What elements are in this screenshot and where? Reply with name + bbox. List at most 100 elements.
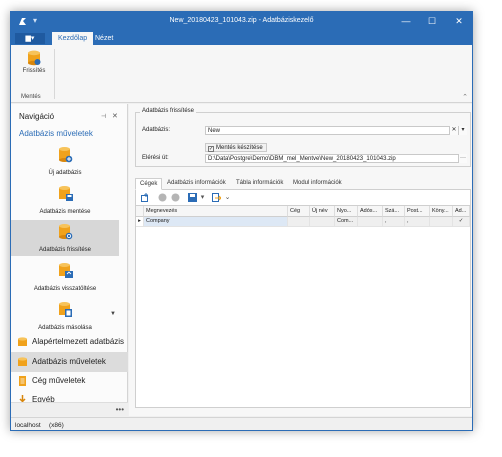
nav-group-database-operations[interactable]: Adatbázis műveletek: [11, 352, 128, 372]
document-icon: [18, 376, 27, 386]
nav-group-label: Adatbázis műveletek: [32, 357, 106, 366]
path-input-value: D:\Data\Postgre\Demo\DBM_mel_Mentve\New_…: [208, 156, 396, 162]
nav-item-copy-database[interactable]: Adatbázis másolása: [11, 298, 119, 334]
row-indicator[interactable]: ▸: [136, 217, 144, 227]
database-label: Adatbázis:: [142, 127, 171, 133]
browse-button[interactable]: ···: [458, 154, 467, 163]
tab-nezet[interactable]: Nézet: [89, 32, 119, 45]
column-header[interactable]: Megnevezés: [144, 206, 288, 217]
table-cell[interactable]: [430, 217, 453, 227]
tab-tabla-informaciok[interactable]: Tábla információk: [232, 178, 287, 190]
database-add-icon: [58, 146, 73, 163]
ribbon-group-label: Mentés: [21, 94, 41, 100]
database-refresh-icon: [27, 50, 41, 66]
export-icon[interactable]: [212, 193, 222, 202]
tab-modul-informaciok[interactable]: Modul információk: [289, 178, 346, 190]
tab-cegek[interactable]: Cégek: [135, 178, 163, 190]
refresh-fieldset: Adatbázis frissítése Adatbázis: New ✕ ▾ …: [135, 108, 471, 167]
column-header[interactable]: Ad...: [453, 206, 470, 217]
ribbon: Frissítés Mentés ⌃: [11, 45, 472, 103]
title-bar: ▾ New_20180423_101043.zip - Adatbáziskez…: [11, 12, 472, 32]
main-content: Adatbázis frissítése Adatbázis: New ✕ ▾ …: [129, 104, 472, 416]
column-header[interactable]: Új név: [310, 206, 335, 217]
column-header[interactable]: Cég: [288, 206, 310, 217]
nav-item-restore-database[interactable]: Adatbázis visszatöltése: [11, 259, 119, 295]
nav-item-label: Adatbázis másolása: [38, 325, 92, 331]
minimize-button[interactable]: —: [399, 15, 413, 28]
database-refresh-icon: [58, 223, 73, 240]
dropdown-icon[interactable]: ▾: [198, 193, 207, 202]
refresh-button[interactable]: Frissítés: [17, 50, 51, 74]
nav-group-label: Cég műveletek: [32, 376, 86, 385]
column-header[interactable]: Adós...: [358, 206, 383, 217]
table-cell[interactable]: [358, 217, 383, 227]
group-separator: [54, 49, 55, 99]
database-save-icon: [58, 185, 73, 202]
nav-item-new-database[interactable]: Új adatbázis: [11, 143, 119, 179]
nav-item-label: Adatbázis visszatöltése: [33, 286, 97, 292]
save-checkbox[interactable]: ✓ Mentés készítése: [205, 143, 267, 152]
database-copy-icon: [58, 301, 73, 318]
refresh-button-label: Frissítés: [22, 68, 46, 74]
maximize-button[interactable]: ☐: [425, 15, 439, 28]
table-cell[interactable]: Com...: [335, 217, 358, 227]
save-checkbox-label: Mentés készítése: [216, 145, 263, 151]
status-host: localhost: [15, 422, 41, 429]
row-indicator-header: [136, 206, 144, 217]
nav-section-title: Adatbázis műveletek: [19, 129, 93, 138]
nav-title: Navigáció: [19, 112, 55, 121]
close-button[interactable]: ✕: [452, 15, 466, 28]
status-bar: localhost (x86): [11, 417, 472, 430]
table-cell[interactable]: [288, 217, 310, 227]
column-header[interactable]: Post...: [405, 206, 430, 217]
status-arch: (x86): [49, 422, 64, 429]
detail-tabs: Cégek Adatbázis információk Tábla inform…: [135, 178, 471, 190]
ribbon-tab-bar: ▆▾ Kezdőlap Nézet: [11, 32, 472, 45]
nav-group-company-operations[interactable]: Cég műveletek: [11, 371, 128, 391]
chevron-down-icon[interactable]: ▼: [110, 311, 116, 317]
clear-icon[interactable]: ✕: [449, 126, 458, 135]
file-menu-button[interactable]: ▆▾: [15, 33, 45, 44]
nav-item-refresh-database[interactable]: Adatbázis frissítése: [11, 220, 119, 256]
pin-icon[interactable]: ⊣: [101, 113, 106, 120]
navigation-panel: Navigáció ⊣ ✕ Adatbázis műveletek Új ada…: [11, 104, 128, 416]
table-cell[interactable]: [310, 217, 335, 227]
tab-kezdolap[interactable]: Kezdőlap: [52, 32, 94, 45]
nav-item-label: Adatbázis mentése: [39, 209, 91, 215]
path-input[interactable]: D:\Data\Postgre\Demo\DBM_mel_Mentve\New_…: [205, 154, 467, 163]
database-select-value: New: [208, 128, 221, 134]
fieldset-legend: Adatbázis frissítése: [140, 108, 197, 114]
chevron-down-icon[interactable]: ▾: [458, 126, 467, 135]
save-icon[interactable]: [188, 193, 197, 202]
app-window: ▾ New_20180423_101043.zip - Adatbáziskez…: [10, 11, 473, 431]
database-restore-icon: [58, 262, 73, 279]
checkbox-check-icon: ✓: [208, 146, 214, 152]
database-select[interactable]: New: [205, 126, 467, 135]
chevron-up-icon[interactable]: ⌃: [462, 93, 468, 101]
companies-grid: Megnevezés Cég Új név Nyo... Adós... Szá…: [135, 205, 471, 408]
table-cell[interactable]: ,: [405, 217, 430, 227]
nav-item-label: Új adatbázis: [48, 170, 82, 176]
nav-item-label: Adatbázis frissítése: [38, 247, 92, 253]
nav-footer: •••: [11, 402, 128, 416]
column-header[interactable]: Szá...: [383, 206, 405, 217]
close-icon[interactable]: ✕: [112, 112, 118, 120]
nav-group-label: Alapértelmezett adatbázis: [32, 337, 125, 346]
table-cell[interactable]: ,: [383, 217, 405, 227]
checkbox-cell[interactable]: ✓: [453, 217, 470, 227]
path-label: Elérési út:: [142, 155, 169, 161]
database-icon: [18, 357, 27, 367]
grid-toolbar: ▾ ⌄: [135, 190, 471, 205]
nav-group-default-database[interactable]: Alapértelmezett adatbázis: [11, 332, 128, 352]
column-header[interactable]: Nyo...: [335, 206, 358, 217]
stop-icon[interactable]: [171, 193, 180, 202]
nav-item-save-database[interactable]: Adatbázis mentése: [11, 182, 119, 218]
tab-adatbazis-informaciok[interactable]: Adatbázis információk: [163, 178, 230, 190]
column-header[interactable]: Köny...: [430, 206, 453, 217]
database-icon: [18, 337, 27, 347]
table-cell[interactable]: Company: [144, 217, 288, 227]
chevron-down-icon[interactable]: ⌄: [223, 193, 232, 202]
new-icon[interactable]: [141, 193, 150, 202]
more-icon[interactable]: •••: [116, 405, 124, 414]
stop-icon[interactable]: [158, 193, 167, 202]
